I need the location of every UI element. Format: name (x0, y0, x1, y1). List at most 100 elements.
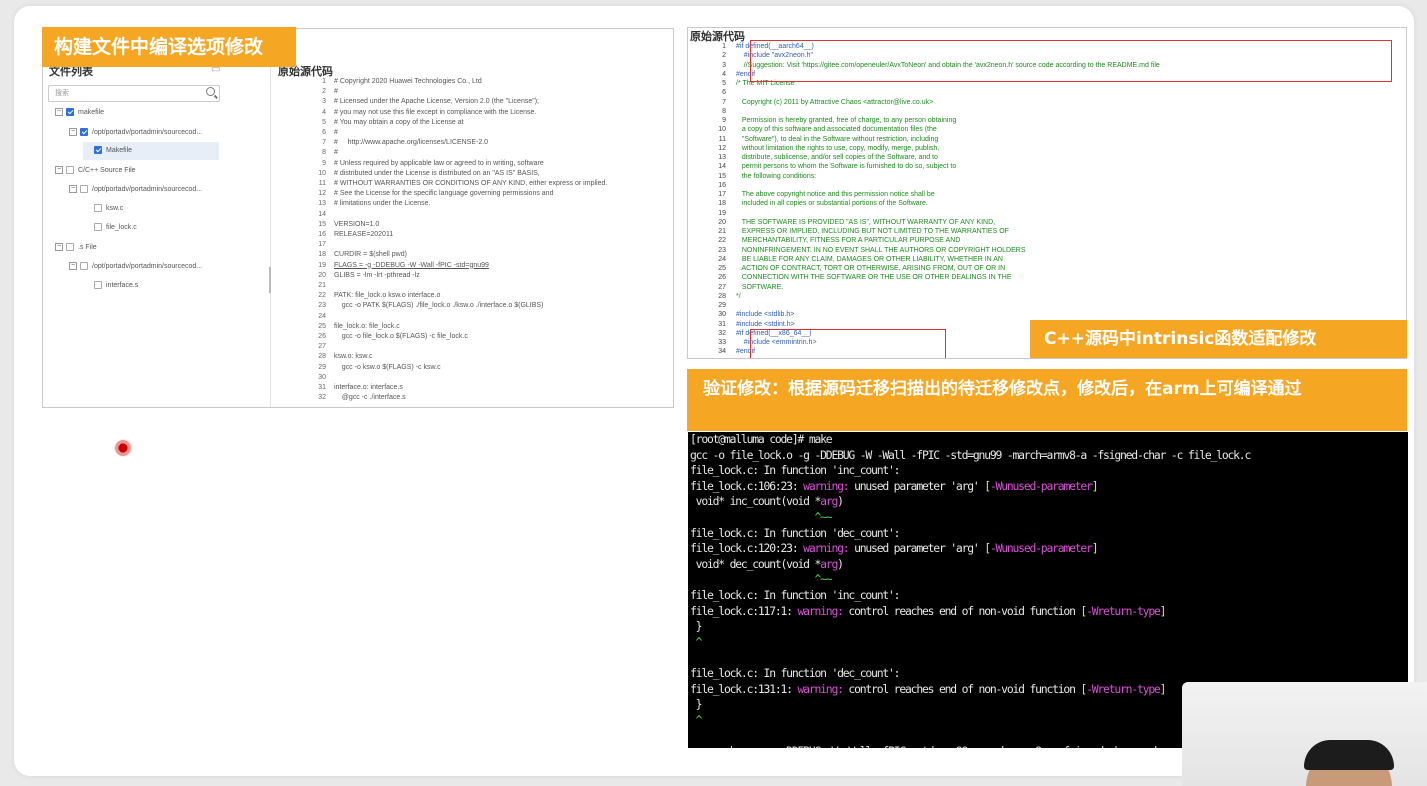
code-line: 10 # distributed under the License is dis… (272, 169, 540, 179)
terminal-segment: warning: (797, 603, 844, 618)
line-number: 6 (322, 129, 326, 136)
code-text: # WITHOUT WARRANTIES OR CONDITIONS OF AN… (334, 180, 608, 187)
terminal-segment: warning: (803, 541, 849, 556)
line-number: 10 (718, 126, 726, 134)
code-line: 4 # you may not use this file except in c… (272, 108, 536, 118)
expand-toggle-icon[interactable]: − (55, 243, 63, 252)
code-text: # http://www.apache.org/licenses/LICENSE… (334, 139, 489, 147)
terminal-segment: -Wunused-parameter (989, 478, 1093, 493)
terminal-segment: arg (820, 494, 838, 509)
line-number: 18 (718, 200, 726, 208)
tree-checkbox[interactable] (94, 223, 102, 232)
line-number: 1 (722, 43, 726, 50)
terminal-line: [root@malluma code]# make (690, 432, 833, 448)
line-number: 4 (722, 70, 726, 78)
tree-checkbox[interactable] (66, 243, 74, 252)
code-text: gcc -o ksw.o $(FLAGS) -c ksw.c (334, 363, 441, 371)
code-line: 30 (272, 373, 334, 383)
terminal-line: ^~~ (690, 572, 832, 588)
tree-checkbox[interactable] (94, 204, 102, 213)
code-line: 22 MERCHANTABILITY, FITNESS FOR A PARTIC… (688, 236, 960, 245)
line-number: 5 (322, 118, 326, 126)
code-line: 21 EXPRESS OR IMPLIED, INCLUDING BUT NOT… (688, 227, 1009, 236)
tree-checkbox[interactable] (66, 108, 74, 117)
tree-checkbox[interactable] (94, 146, 102, 155)
tree-item-label: /opt/portadv/portadmin/sourcecod... (92, 263, 203, 270)
code-line: 1 # Copyright 2020 Huawei Technologies Co… (272, 77, 482, 87)
line-number: 10 (318, 169, 326, 177)
search-placeholder: 搜索 (55, 90, 69, 97)
tree-item[interactable]: file_lock.c (83, 219, 219, 237)
tree-item[interactable]: − /opt/portadv/portadmin/sourcecod... (69, 124, 219, 142)
code-text: # (334, 149, 338, 157)
code-line: 7 # http://www.apache.org/licenses/LICENS… (272, 138, 488, 148)
tree-item[interactable]: − makefile (55, 104, 219, 122)
line-number: 26 (718, 274, 726, 282)
tree-item[interactable]: ksw.c (83, 200, 219, 218)
expand-toggle-icon[interactable]: − (69, 185, 77, 194)
line-number: 25 (718, 265, 726, 272)
code-line: 24 BE LIABLE FOR ANY CLAIM, DAMAGES OR O… (688, 255, 1003, 264)
code-line: 22 PATK: file_lock.o ksw.o interface.o (272, 291, 440, 301)
code-text: ACTION OF CONTRACT, TORT OR OTHERWISE, A… (736, 265, 1006, 272)
line-number: 27 (318, 343, 326, 351)
tree-scrollbar[interactable] (269, 267, 271, 293)
tree-checkbox[interactable] (66, 166, 74, 175)
terminal-line: ^ (690, 635, 703, 651)
tree-item-label: Makefile (106, 147, 133, 154)
source-code-view: 原始源代码 1 # Copyright 2020 Huawei Technolog… (272, 66, 673, 407)
code-text: ksw.o: ksw.c (334, 353, 373, 361)
terminal-segment: ] (1091, 541, 1099, 556)
code-text: distribute, sublicense, and/or sell copi… (736, 154, 938, 161)
line-number: 32 (718, 329, 726, 337)
line-number: 17 (318, 241, 326, 249)
code-text: # you may not use this file except in co… (334, 108, 537, 116)
expand-toggle-icon[interactable]: − (69, 128, 77, 137)
tree-item[interactable]: − C/C++ Source File (55, 162, 219, 180)
tree-checkbox[interactable] (80, 128, 88, 137)
tree-checkbox[interactable] (80, 262, 88, 271)
verify-banner: 验证修改：根据源码迁移扫描出的待迁移修改点，修改后，在arm上可编译通过 (687, 369, 1407, 431)
code-line: 13 # limitations under the License. (272, 199, 430, 209)
x86-highlight-box (750, 329, 946, 358)
line-number: 15 (718, 172, 726, 180)
line-number: 5 (722, 80, 726, 87)
expand-toggle-icon[interactable]: − (55, 166, 63, 175)
code-line: 17 (272, 240, 334, 250)
webcam-overlay (1182, 682, 1427, 786)
terminal-segment: void* inc_count(void * (690, 494, 822, 509)
line-number: 2 (722, 52, 726, 60)
terminal-segment: warning: (803, 478, 849, 493)
tree-checkbox[interactable] (94, 281, 102, 290)
code-line: 29 gcc -o ksw.o $(FLAGS) -c ksw.c (272, 363, 441, 373)
terminal-line: ^~~ (690, 510, 832, 526)
tree-item[interactable]: − /opt/portadv/portadmin/sourcecod... (69, 181, 219, 199)
line-number: 9 (322, 159, 326, 167)
code-text: THE SOFTWARE IS PROVIDED "AS IS", WITHOU… (736, 218, 996, 226)
line-number: 24 (318, 312, 326, 320)
line-number: 29 (318, 363, 326, 371)
code-line: 25 file_lock.o: file_lock.c (272, 322, 400, 332)
line-number: 23 (318, 302, 326, 310)
line-number: 27 (718, 283, 726, 291)
code-text: RELEASE=202011 (334, 231, 394, 238)
code-text: #include <stdlib.h> (736, 311, 795, 319)
line-number: 28 (718, 292, 726, 300)
code-text: MERCHANTABILITY, FITNESS FOR A PARTICULA… (736, 237, 961, 245)
tree-item[interactable]: − .s File (55, 239, 219, 257)
terminal-segment: ] (1091, 478, 1099, 493)
terminal-segment: ^ (690, 712, 703, 727)
code-line: 26 CONNECTION WITH THE SOFTWARE OR THE U… (688, 273, 1011, 282)
expand-toggle-icon[interactable]: − (55, 108, 63, 117)
tree-item[interactable]: − /opt/portadv/portadmin/sourcecod... (69, 258, 219, 276)
tree-checkbox[interactable] (80, 185, 88, 194)
tree-item[interactable]: Makefile (83, 142, 219, 160)
search-input[interactable]: 搜索 (48, 85, 220, 102)
search-icon[interactable] (206, 87, 215, 96)
terminal-segment: file_lock.c:117:1: (690, 603, 798, 618)
code-line: 28 ksw.o: ksw.c (272, 352, 373, 362)
line-number: 25 (318, 322, 326, 330)
expand-toggle-icon[interactable]: − (69, 262, 77, 271)
tree-item[interactable]: interface.s (83, 277, 219, 295)
line-number: 19 (718, 209, 726, 217)
